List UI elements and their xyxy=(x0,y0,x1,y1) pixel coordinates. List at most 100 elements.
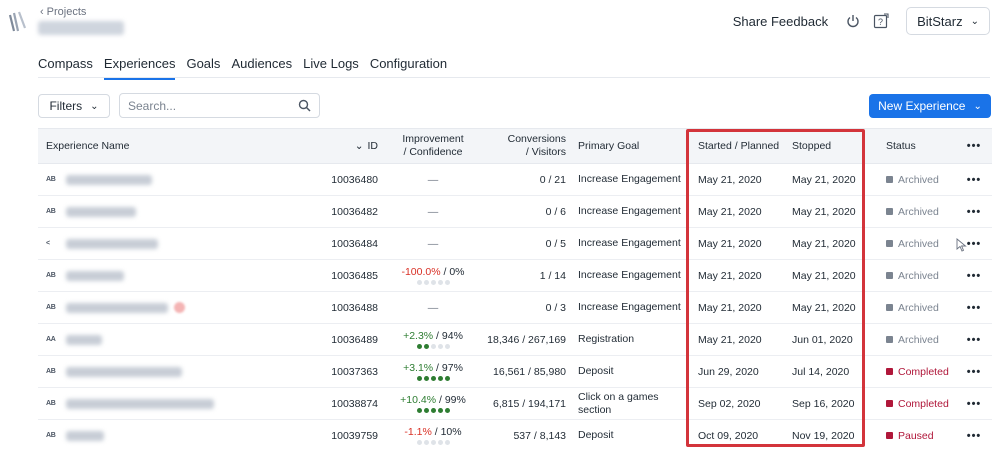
experience-type-icon: AB xyxy=(46,176,56,183)
experience-id: 10036488 xyxy=(331,301,378,314)
experience-name[interactable] xyxy=(66,334,102,345)
col-improvement-line2: / Confidence xyxy=(403,146,463,158)
stopped-date: May 21, 2020 xyxy=(792,301,856,314)
table-row[interactable]: AB 10036485 -100.0% / 0% 1 / 14 Increase Eng… xyxy=(38,260,992,292)
confidence-dot xyxy=(430,280,436,285)
experience-name[interactable] xyxy=(66,302,168,313)
confidence-dot xyxy=(423,440,429,445)
experience-name-cell[interactable]: AA xyxy=(46,324,256,355)
improvement-cell: -100.0% / 0% xyxy=(394,260,472,291)
account-select[interactable]: BitStarz ⌄ xyxy=(906,7,990,35)
status-badge: Archived xyxy=(886,292,970,323)
conversions-value: 0 / 3 xyxy=(545,301,566,314)
more-icon[interactable]: ••• xyxy=(962,260,986,291)
primary-goal: Registration xyxy=(578,333,635,345)
cursor-icon xyxy=(956,238,967,252)
status-square-icon xyxy=(886,208,893,215)
experience-name-cell[interactable]: AB xyxy=(46,164,256,195)
col-started[interactable]: Started / Planned xyxy=(698,129,782,163)
experience-name-cell[interactable]: AB xyxy=(46,420,256,449)
experience-name[interactable] xyxy=(66,398,214,409)
table-row[interactable]: AA 10036489 +2.3% / 94% 18,346 / 267,169 Reg… xyxy=(38,324,992,356)
confidence-dot xyxy=(423,376,429,381)
chevron-down-icon: ⌄ xyxy=(973,100,982,112)
improvement-value: -1.1% xyxy=(404,426,432,438)
back-to-projects-link[interactable]: ‹ Projects xyxy=(40,6,86,18)
col-status[interactable]: Status xyxy=(886,129,970,163)
table-row[interactable]: AB 10039759 -1.1% / 10% 537 / 8,143 Deposit O… xyxy=(38,420,992,449)
more-icon[interactable]: ••• xyxy=(962,388,986,419)
col-experience-name[interactable]: Experience Name xyxy=(46,129,256,163)
stopped-date: Jul 14, 2020 xyxy=(792,365,850,378)
started-date: May 21, 2020 xyxy=(698,333,762,346)
table-row[interactable]: AB 10036488 — 0 / 3 Increase Engagement May 2… xyxy=(38,292,992,324)
primary-goal: Deposit xyxy=(578,429,614,441)
table-row[interactable]: <10036484 — 0 / 5 Increase Engagement May 21… xyxy=(38,228,992,260)
status-square-icon xyxy=(886,240,893,247)
col-id[interactable]: ⌄ ID xyxy=(318,129,378,163)
confidence-dot xyxy=(444,440,450,445)
experience-name-cell[interactable]: AB xyxy=(46,292,256,323)
status-label: Archived xyxy=(898,237,939,250)
col-id-label: ID xyxy=(367,140,379,152)
share-feedback-link[interactable]: Share Feedback xyxy=(733,14,828,29)
experience-name[interactable] xyxy=(66,206,136,217)
topbar-actions: Share Feedback ? BitStarz ⌄ xyxy=(733,7,990,35)
confidence-dot xyxy=(430,440,436,445)
primary-goal-cell: Increase Engagement xyxy=(578,164,682,195)
col-stopped[interactable]: Stopped xyxy=(792,129,872,163)
more-icon[interactable]: ••• xyxy=(962,324,986,355)
primary-goal-cell: Increase Engagement xyxy=(578,292,682,323)
experience-id: 10036489 xyxy=(331,333,378,346)
more-icon[interactable]: ••• xyxy=(962,420,986,449)
more-icon[interactable]: ••• xyxy=(962,129,986,163)
tab-configuration[interactable]: Configuration xyxy=(370,56,447,76)
experience-name-cell[interactable]: AB xyxy=(46,388,256,419)
confidence-dot xyxy=(416,376,422,381)
confidence-dot xyxy=(416,280,422,285)
started-date: May 21, 2020 xyxy=(698,173,762,186)
tab-experiences[interactable]: Experiences xyxy=(103,56,175,80)
experience-name[interactable] xyxy=(66,270,124,281)
improvement-value: +3.1% xyxy=(403,362,434,374)
col-improvement[interactable]: Improvement / Confidence xyxy=(394,129,472,163)
power-icon[interactable] xyxy=(844,12,862,30)
experience-id: 10037363 xyxy=(331,365,378,378)
experience-name[interactable] xyxy=(66,238,158,249)
tab-compass[interactable]: Compass xyxy=(38,56,93,76)
search-icon[interactable] xyxy=(298,99,311,112)
filters-button[interactable]: Filters ⌄ xyxy=(38,94,110,118)
col-conversions[interactable]: Conversions / Visitors xyxy=(484,129,566,163)
experience-name[interactable] xyxy=(66,174,152,185)
improvement-cell: +3.1% / 97% xyxy=(394,356,472,387)
experience-name[interactable] xyxy=(66,430,104,441)
new-experience-button[interactable]: New Experience ⌄ xyxy=(869,94,991,118)
tab-goals[interactable]: Goals xyxy=(186,56,220,76)
experience-name-cell[interactable]: AB xyxy=(46,196,256,227)
confidence-dot xyxy=(444,280,450,285)
table-row[interactable]: AB 10038874 +10.4% / 99% 6,815 / 194,171 Cli… xyxy=(38,388,992,420)
table-row[interactable]: AB 10037363 +3.1% / 97% 16,561 / 85,980 Depo… xyxy=(38,356,992,388)
experience-name[interactable] xyxy=(66,366,182,377)
table-row[interactable]: AB 10036480 — 0 / 21 Increase Engagement May … xyxy=(38,164,992,196)
primary-goal: Deposit xyxy=(578,365,614,377)
search-input[interactable] xyxy=(128,98,293,113)
tab-live-logs[interactable]: Live Logs xyxy=(303,56,359,76)
help-icon[interactable]: ? xyxy=(872,12,890,30)
col-primary-goal[interactable]: Primary Goal xyxy=(578,129,682,163)
experience-id: 10036482 xyxy=(331,205,378,218)
more-icon[interactable]: ••• xyxy=(962,292,986,323)
more-icon[interactable]: ••• xyxy=(962,196,986,227)
experience-type-icon: AB xyxy=(46,272,56,279)
experience-id: 10038874 xyxy=(331,397,378,410)
improvement-cell: — xyxy=(394,292,472,323)
experience-name-cell[interactable]: AB xyxy=(46,260,256,291)
improvement-cell: +10.4% / 99% xyxy=(394,388,472,419)
experience-name-cell[interactable]: AB xyxy=(46,356,256,387)
table-row[interactable]: AB 10036482 — 0 / 6 Increase Engagement May 2… xyxy=(38,196,992,228)
experience-name-cell[interactable]: < xyxy=(46,228,256,259)
improvement-value: — xyxy=(427,301,439,314)
more-icon[interactable]: ••• xyxy=(962,356,986,387)
more-icon[interactable]: ••• xyxy=(962,164,986,195)
tab-audiences[interactable]: Audiences xyxy=(231,56,292,76)
